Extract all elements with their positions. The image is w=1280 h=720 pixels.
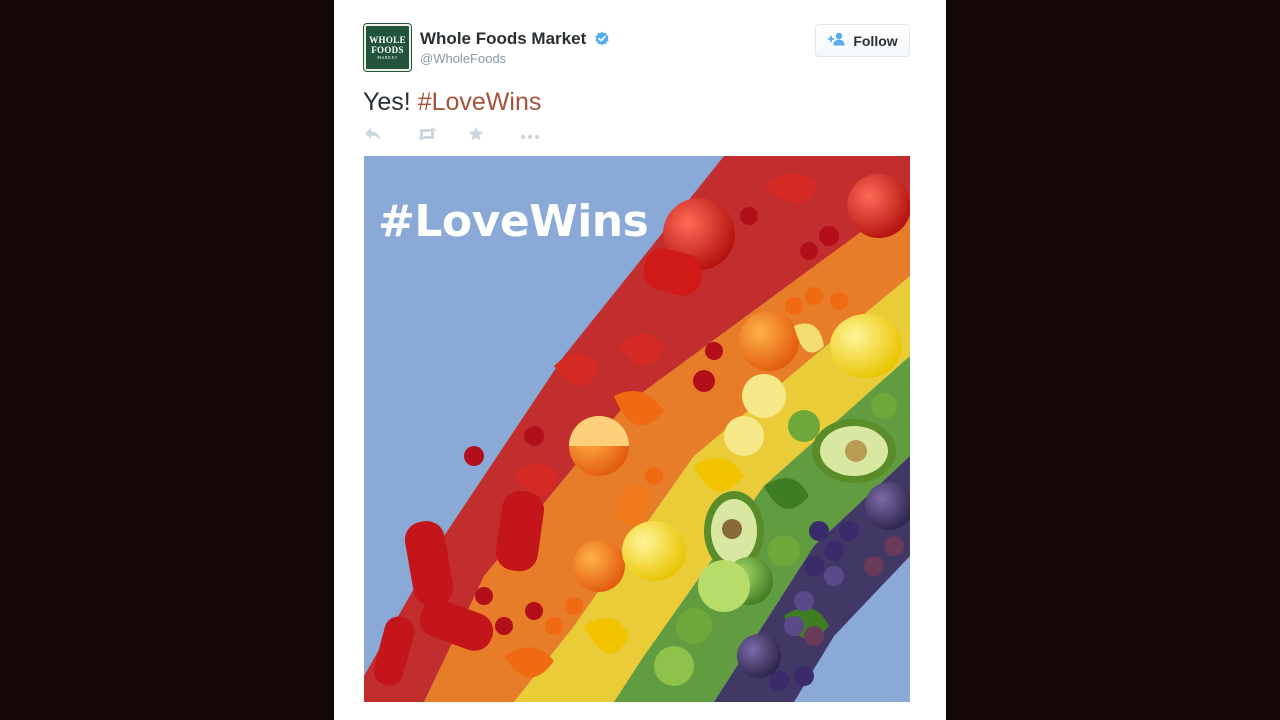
tweet-hashtag-link[interactable]: #LoveWins xyxy=(418,88,542,116)
star-icon xyxy=(468,126,484,147)
reply-button[interactable] xyxy=(364,126,416,146)
retweet-button[interactable] xyxy=(416,126,468,146)
retweet-icon xyxy=(416,127,438,146)
follow-button-label: Follow xyxy=(853,32,898,49)
verified-badge-icon xyxy=(594,31,610,47)
avatar[interactable]: WHOLE FOODS MARKET xyxy=(363,23,412,72)
follow-button[interactable]: Follow xyxy=(815,24,910,57)
author-name-block: Whole Foods Market @WholeFoods xyxy=(420,29,610,68)
tweet-actions xyxy=(364,126,572,146)
media-hashtag-overlay: #LoveWins xyxy=(378,196,649,247)
avatar-logo-line-1: WHOLE xyxy=(369,34,406,45)
more-button[interactable] xyxy=(520,126,572,146)
more-icon xyxy=(520,127,540,145)
tweet-card: WHOLE FOODS MARKET Whole Foods Market @W… xyxy=(334,0,946,720)
avatar-logo-line-3: MARKET xyxy=(377,54,398,60)
author-display-name[interactable]: Whole Foods Market xyxy=(420,29,586,49)
tweet-text: Yes! #LoveWins xyxy=(363,86,541,118)
reply-icon xyxy=(364,127,382,146)
add-user-icon xyxy=(827,32,847,49)
tweet-header: WHOLE FOODS MARKET Whole Foods Market @W… xyxy=(363,23,910,72)
favorite-button[interactable] xyxy=(468,126,520,146)
tweet-text-prefix: Yes! xyxy=(363,88,411,116)
author-handle[interactable]: @WholeFoods xyxy=(420,50,610,68)
avatar-logo-line-2: FOODS xyxy=(371,44,404,55)
tweet-media-image[interactable]: #LoveWins xyxy=(364,156,910,702)
